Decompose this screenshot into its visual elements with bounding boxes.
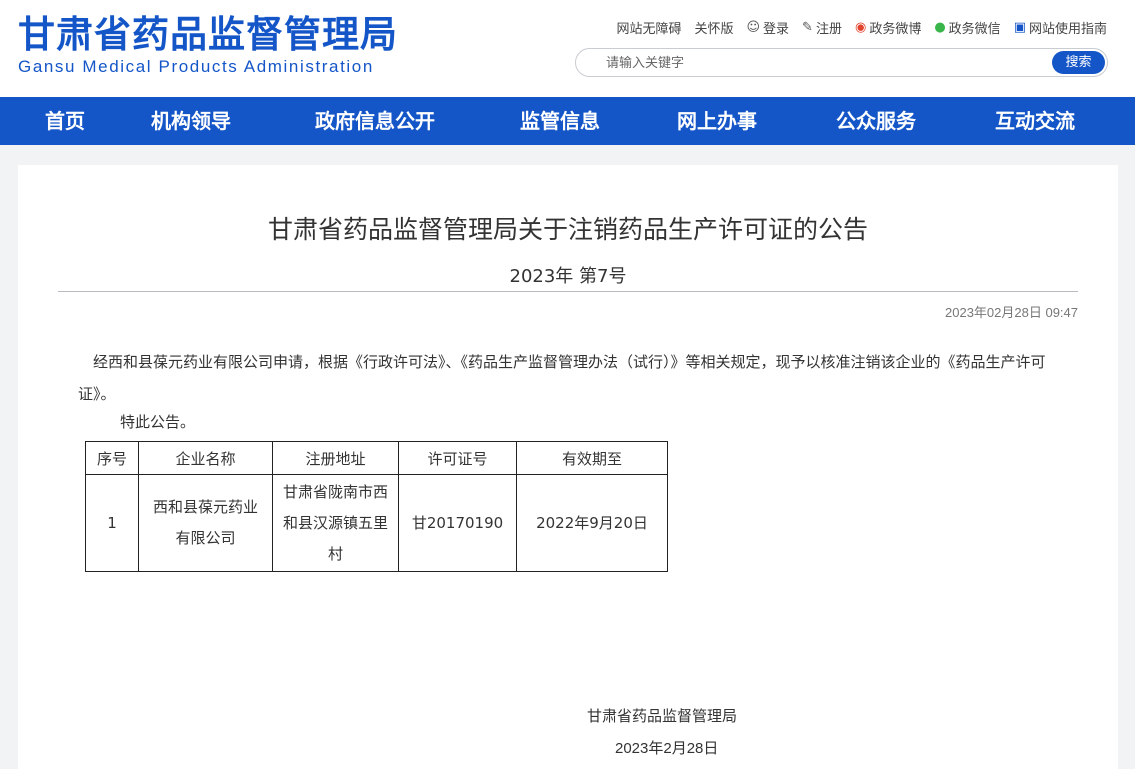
signature-date: 2023年2月28日 xyxy=(615,740,719,757)
search-button[interactable]: 搜索 xyxy=(1052,51,1105,74)
table-row: 1 西和县葆元药业有限公司 甘肃省陇南市西和县汉源镇五里村 甘20170190 … xyxy=(85,474,668,572)
pencil-icon: ✎ xyxy=(802,20,813,35)
article-number: 2023年 第7号 xyxy=(509,266,627,287)
cell-index: 1 xyxy=(85,474,139,572)
main-nav: 首页 机构领导 政府信息公开 监管信息 网上办事 公众服务 互动交流 xyxy=(0,97,1135,145)
site-header: 甘肃省药品监督管理局 Gansu Medical Products Admini… xyxy=(0,0,1135,97)
article-notice: 特此公告。 xyxy=(120,413,196,431)
login-link[interactable]: ☺ 登录 xyxy=(746,18,789,37)
site-logo-chinese[interactable]: 甘肃省药品监督管理局 xyxy=(18,4,398,58)
col-header-company: 企业名称 xyxy=(138,441,273,475)
nav-item-supervision[interactable]: 监管信息 xyxy=(520,97,600,145)
nav-item-gov-info[interactable]: 政府信息公开 xyxy=(315,97,435,145)
cell-address: 甘肃省陇南市西和县汉源镇五里村 xyxy=(272,474,399,572)
weibo-link[interactable]: ◉ 政务微博 xyxy=(855,18,921,37)
site-guide-link[interactable]: ▣ 网站使用指南 xyxy=(1014,18,1107,37)
cell-company: 西和县葆元药业有限公司 xyxy=(138,474,273,572)
site-logo-english[interactable]: Gansu Medical Products Administration xyxy=(18,57,374,77)
user-icon: ☺ xyxy=(746,20,761,35)
table-header-row: 序号 企业名称 注册地址 许可证号 有效期至 xyxy=(85,441,668,475)
cell-license: 甘20170190 xyxy=(398,474,517,572)
register-link[interactable]: ✎ 注册 xyxy=(802,18,842,37)
nav-item-interaction[interactable]: 互动交流 xyxy=(995,97,1075,145)
nav-item-home[interactable]: 首页 xyxy=(45,97,85,145)
col-header-expiry: 有效期至 xyxy=(516,441,668,475)
wechat-icon: ● xyxy=(934,20,946,35)
col-header-address: 注册地址 xyxy=(272,441,399,475)
title-divider xyxy=(58,291,1078,292)
search-box: 搜索 xyxy=(575,48,1108,77)
weibo-icon: ◉ xyxy=(854,20,867,35)
article-title: 甘肃省药品监督管理局关于注销药品生产许可证的公告 xyxy=(267,215,868,244)
wechat-link[interactable]: ● 政务微信 xyxy=(934,18,1000,37)
cell-expiry: 2022年9月20日 xyxy=(516,474,668,572)
publish-date: 2023年02月28日 09:47 xyxy=(945,305,1078,320)
search-input[interactable] xyxy=(606,53,1006,73)
license-table: 序号 企业名称 注册地址 许可证号 有效期至 1 西和县葆元药业有限公司 甘肃省… xyxy=(85,441,668,572)
article-body: 经西和县葆元药业有限公司申请，根据《行政许可法》、《药品生产监督管理办法（试行）… xyxy=(78,353,1046,403)
col-header-index: 序号 xyxy=(85,441,139,475)
col-header-license: 许可证号 xyxy=(398,441,517,475)
care-version-link[interactable]: 关怀版 xyxy=(694,18,733,37)
book-icon: ▣ xyxy=(1013,20,1026,35)
nav-item-public-services[interactable]: 公众服务 xyxy=(836,97,916,145)
top-links: 网站无障碍 关怀版 ☺ 登录 ✎ 注册 ◉ 政务微博 ● 政务微信 ▣ 网站使用指南 xyxy=(616,18,1107,37)
nav-item-leadership[interactable]: 机构领导 xyxy=(151,97,231,145)
accessibility-link[interactable]: 网站无障碍 xyxy=(616,18,681,37)
nav-item-online-services[interactable]: 网上办事 xyxy=(677,97,757,145)
signature-organization: 甘肃省药品监督管理局 xyxy=(587,707,738,725)
article-panel: 甘肃省药品监督管理局关于注销药品生产许可证的公告 2023年 第7号 2023年… xyxy=(18,165,1118,769)
